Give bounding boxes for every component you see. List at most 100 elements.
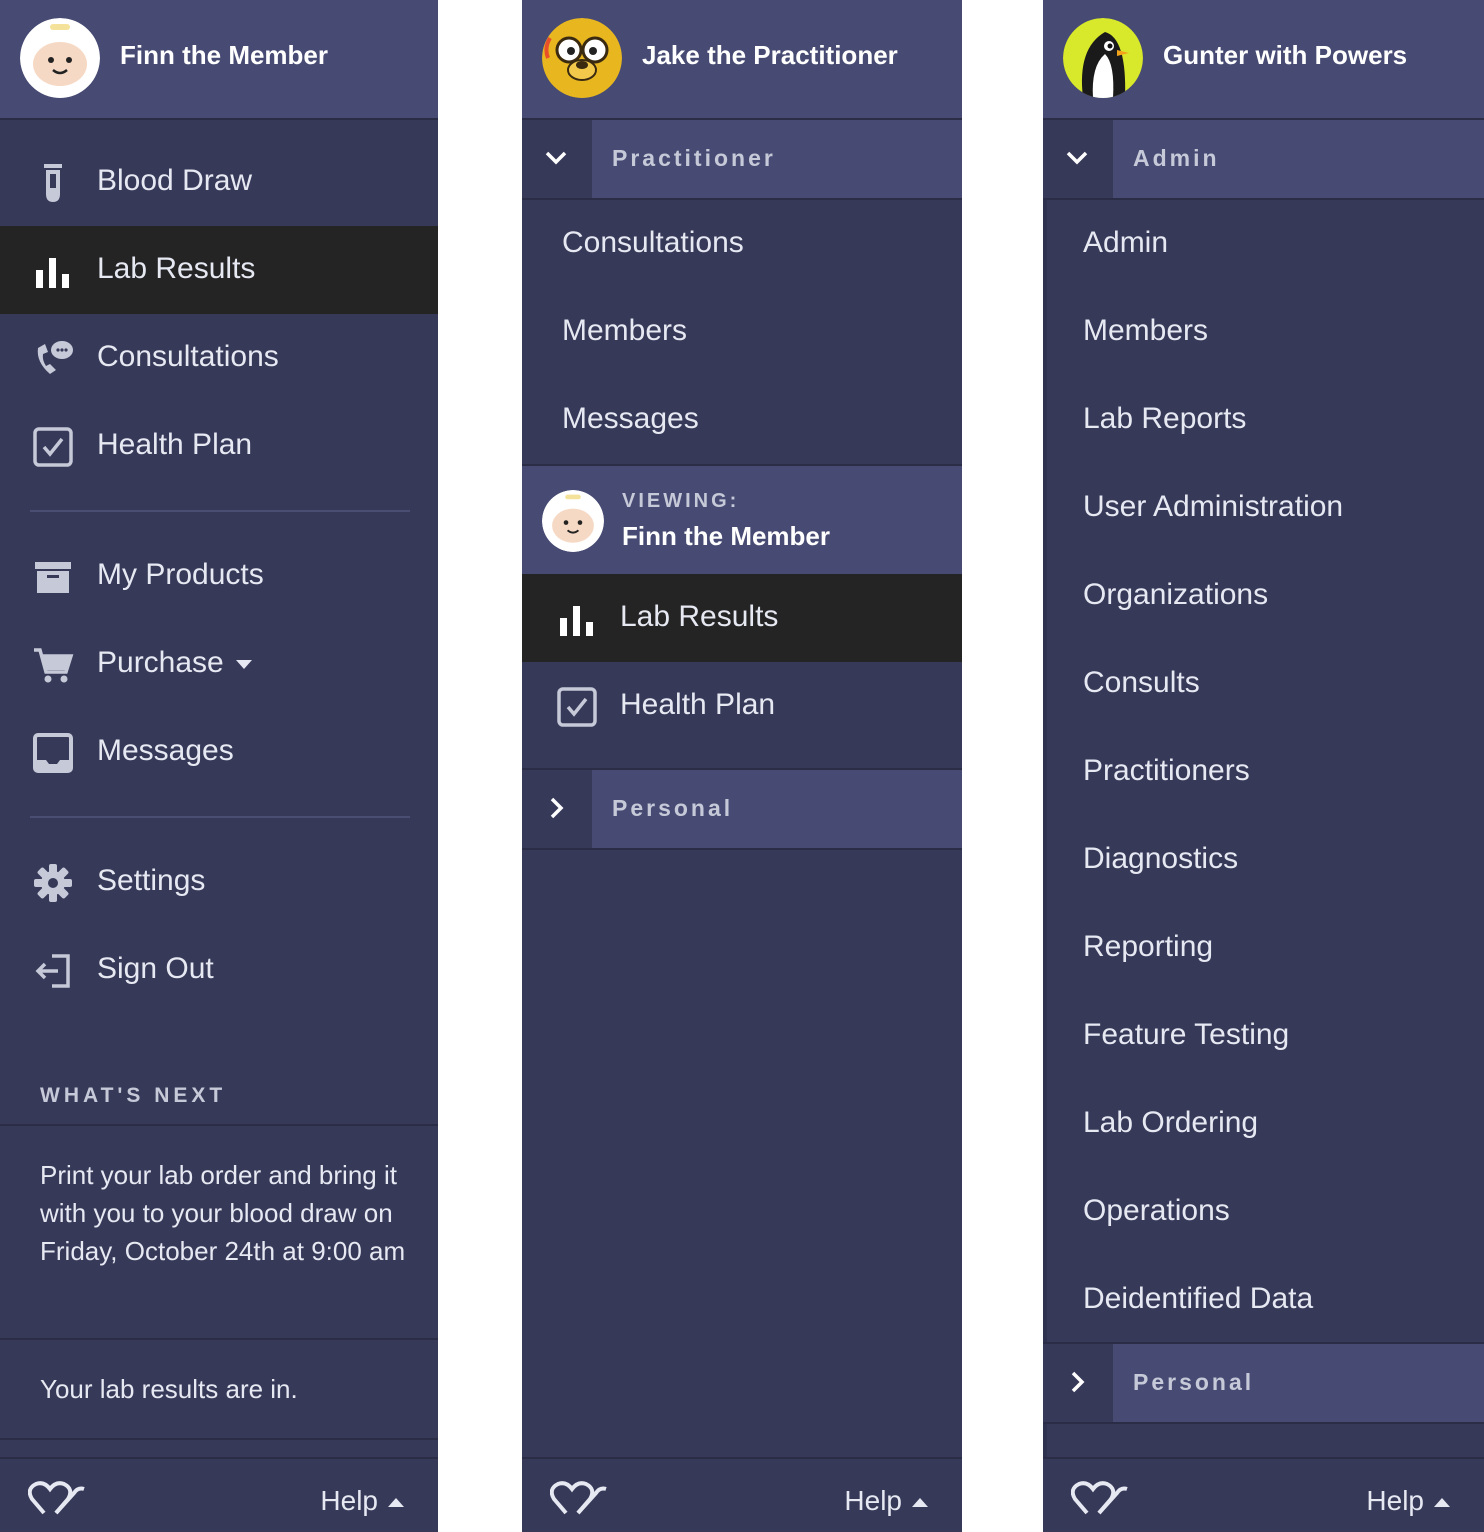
personal-group-header[interactable]: Personal [522, 768, 962, 850]
help-menu-button[interactable]: Help [320, 1485, 404, 1517]
sign-out-icon [35, 954, 70, 988]
nav-item-sign-out[interactable]: Sign Out [0, 926, 438, 1014]
caret-up-icon [388, 1498, 404, 1508]
nav-item-members[interactable]: Members [522, 288, 962, 376]
nav-label: Consultations [562, 226, 744, 259]
nav-item-lab-reports[interactable]: Lab Reports [1043, 376, 1484, 464]
nav-item-consultations[interactable]: Consultations [0, 314, 438, 402]
whats-next-heading: WHAT'S NEXT [40, 1084, 227, 1107]
viewing-member-card[interactable]: VIEWING: Finn the Member [522, 464, 962, 576]
heart-logo-icon [1071, 1481, 1128, 1515]
nav-label: Health Plan [97, 428, 253, 461]
expand-toggle[interactable] [522, 770, 592, 848]
admin-header[interactable]: Gunter with Powers [1043, 0, 1484, 120]
nav-divider [30, 816, 410, 818]
nav-label: My Products [97, 558, 264, 591]
nav-label: Admin [1083, 226, 1169, 259]
nav-item-feature-testing[interactable]: Feature Testing [1043, 992, 1484, 1080]
help-menu-button[interactable]: Help [844, 1485, 928, 1517]
nav-label: Messages [562, 402, 699, 435]
cart-icon [34, 648, 74, 683]
nav-item-health-plan[interactable]: Health Plan [522, 662, 962, 750]
archive-box-icon [35, 562, 71, 593]
nav-item-lab-ordering[interactable]: Lab Ordering [1043, 1080, 1484, 1168]
nav-label: Lab Ordering [1083, 1106, 1259, 1139]
nav-item-lab-results[interactable]: Lab Results [522, 574, 962, 662]
nav-item-lab-results[interactable]: Lab Results [0, 226, 438, 314]
nav-label: Purchase [97, 646, 252, 680]
sidebar-footer: Help [0, 1457, 438, 1532]
nav-divider [30, 510, 410, 512]
nav-item-reporting[interactable]: Reporting [1043, 904, 1484, 992]
nav-label: Practitioners [1083, 754, 1250, 787]
heart-logo-icon [28, 1481, 85, 1515]
admin-group-header[interactable]: Admin [1043, 118, 1484, 200]
practitioner-group-header[interactable]: Practitioner [522, 118, 962, 200]
collapse-toggle[interactable] [1043, 120, 1113, 198]
collapse-toggle[interactable] [522, 120, 592, 198]
nav-item-operations[interactable]: Operations [1043, 1168, 1484, 1256]
nav-label: Reporting [1083, 930, 1214, 963]
nav-item-organizations[interactable]: Organizations [1043, 552, 1484, 640]
chevron-down-icon [1066, 151, 1088, 165]
nav-label: Lab Results [97, 252, 256, 285]
practitioner-header[interactable]: Jake the Practitioner [522, 0, 962, 120]
chevron-right-icon [550, 797, 564, 819]
member-sidebar: Finn the Member Blood Draw Lab Results C… [0, 0, 438, 1532]
header-user-name: Jake the Practitioner [642, 40, 898, 70]
bar-chart-icon [560, 606, 593, 636]
nav-item-messages[interactable]: Messages [0, 708, 438, 796]
group-title: Personal [1133, 1369, 1255, 1395]
nav-item-settings[interactable]: Settings [0, 838, 438, 926]
nav-label: Diagnostics [1083, 842, 1239, 875]
nav-label: Members [562, 314, 688, 347]
nav-label: Consults [1083, 666, 1200, 699]
nav-label: Lab Results [620, 600, 779, 633]
nav-item-messages[interactable]: Messages [522, 376, 962, 464]
help-menu-button[interactable]: Help [1366, 1485, 1450, 1517]
whats-next-item[interactable]: Print your lab order and bring it with y… [40, 1156, 408, 1270]
nav-label: Settings [97, 864, 206, 897]
nav-item-my-products[interactable]: My Products [0, 532, 438, 620]
sidebar-footer: Help [522, 1457, 962, 1532]
nav-item-consults[interactable]: Consults [1043, 640, 1484, 728]
nav-item-consultations[interactable]: Consultations [522, 200, 962, 288]
nav-item-members[interactable]: Members [1043, 288, 1484, 376]
nav-item-admin[interactable]: Admin [1043, 200, 1484, 288]
phone-chat-icon [37, 341, 73, 374]
group-title: Practitioner [612, 145, 776, 171]
nav-item-diagnostics[interactable]: Diagnostics [1043, 816, 1484, 904]
chevron-right-icon [1071, 1371, 1085, 1393]
nav-item-blood-draw[interactable]: Blood Draw [0, 138, 438, 226]
personal-group-header[interactable]: Personal [1043, 1342, 1484, 1424]
test-tube-icon [44, 164, 62, 202]
nav-item-user-administration[interactable]: User Administration [1043, 464, 1484, 552]
finn-avatar [542, 490, 604, 552]
checkbox-icon [557, 687, 597, 727]
bar-chart-icon [36, 258, 69, 288]
caret-up-icon [1434, 1498, 1450, 1508]
header-user-name: Gunter with Powers [1163, 40, 1408, 70]
section-divider [0, 1338, 438, 1340]
nav-item-health-plan[interactable]: Health Plan [0, 402, 438, 490]
expand-toggle[interactable] [1043, 1344, 1113, 1422]
member-header[interactable]: Finn the Member [0, 0, 438, 120]
nav-label: Members [1083, 314, 1209, 347]
nav-label: Lab Reports [1083, 402, 1247, 435]
nav-label: Health Plan [620, 688, 776, 721]
nav-label: Messages [97, 734, 234, 767]
nav-item-practitioners[interactable]: Practitioners [1043, 728, 1484, 816]
caret-up-icon [912, 1498, 928, 1508]
nav-label: Operations [1083, 1194, 1230, 1227]
nav-item-purchase[interactable]: Purchase [0, 620, 438, 708]
nav-label: User Administration [1083, 490, 1344, 523]
sidebar-footer: Help [1043, 1457, 1484, 1532]
nav-label: Sign Out [97, 952, 214, 985]
whats-next-item[interactable]: Your lab results are in. [40, 1370, 408, 1408]
nav-item-deidentified-data[interactable]: Deidentified Data [1043, 1256, 1484, 1344]
viewing-label: VIEWING: [622, 490, 740, 512]
header-user-name: Finn the Member [120, 40, 329, 70]
nav-label: Consultations [97, 340, 279, 373]
finn-avatar [20, 18, 100, 98]
group-title: Admin [1133, 145, 1220, 171]
